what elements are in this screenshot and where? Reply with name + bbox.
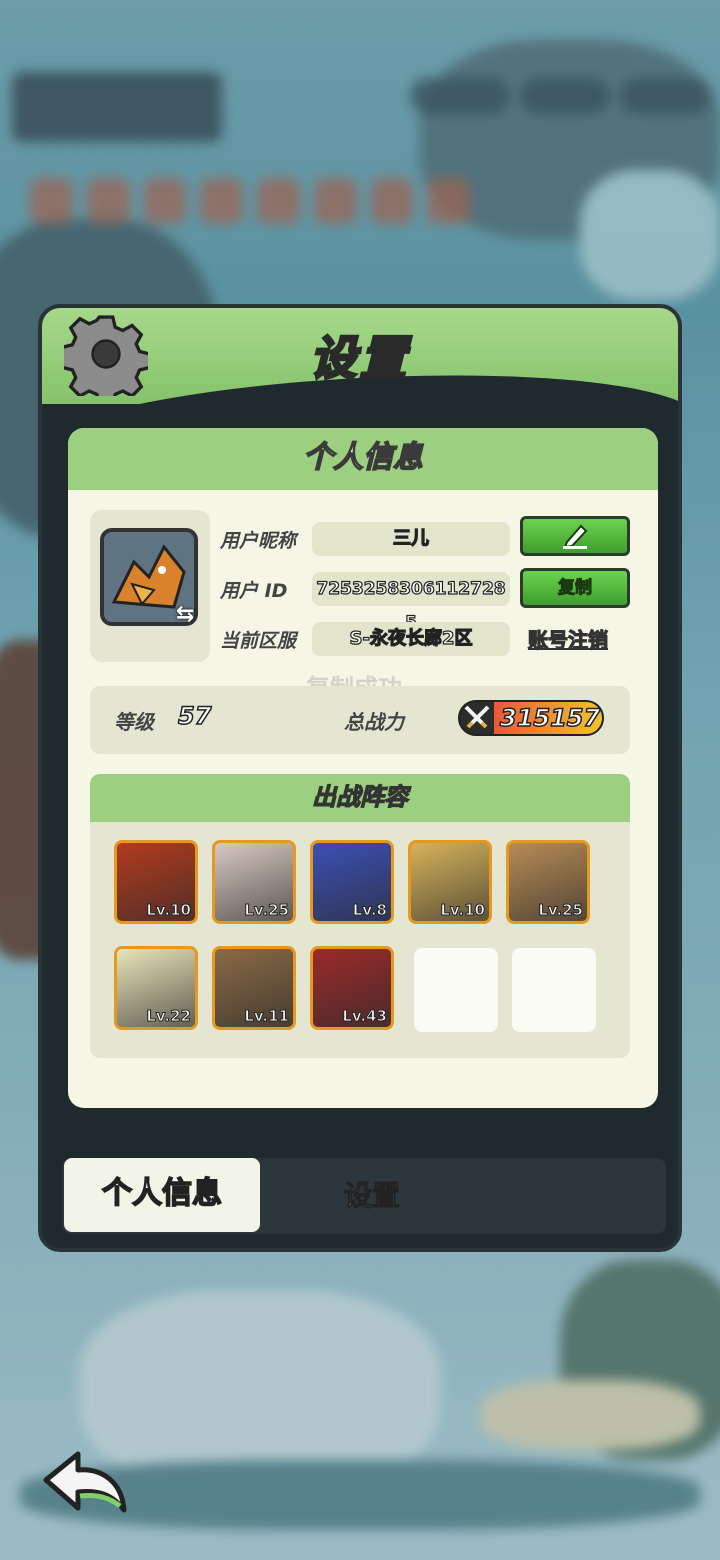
sword-icon: [464, 705, 490, 729]
stats-bar: 等级 57 总战力 315157: [90, 686, 630, 754]
server-value: S-永夜长廊2区: [312, 622, 510, 656]
user-id-label: 用户 ID: [220, 580, 288, 602]
edit-pencil-icon: [563, 524, 588, 549]
hero-level: Lv.10: [440, 901, 486, 920]
empty-hero-slot[interactable]: [512, 948, 596, 1032]
hero-level: Lv.25: [538, 901, 584, 920]
profile-header: 个人信息: [68, 428, 658, 490]
hero-level: Lv.22: [146, 1007, 192, 1026]
hero-card[interactable]: Lv.25: [212, 840, 296, 924]
level-label: 等级: [114, 710, 154, 734]
hero-level: Lv.10: [146, 901, 192, 920]
nickname-label: 用户昵称: [220, 530, 297, 552]
hero-card[interactable]: Lv.43: [310, 946, 394, 1030]
nickname-value: 三儿: [312, 522, 510, 556]
copy-id-button[interactable]: 复制: [520, 568, 630, 608]
level-value: 57: [177, 701, 212, 731]
panel-title: 设置: [309, 330, 410, 387]
hero-card[interactable]: Lv.25: [506, 840, 590, 924]
tab-profile[interactable]: 个人信息: [64, 1158, 260, 1232]
tab-bar: 个人信息 设置: [62, 1158, 666, 1234]
hero-card[interactable]: Lv.10: [408, 840, 492, 924]
server-label: 当前区服: [220, 630, 297, 652]
hero-card[interactable]: Lv.8: [310, 840, 394, 924]
tab-settings[interactable]: 设置: [302, 1158, 442, 1232]
lineup-header: 出战阵容: [90, 774, 630, 822]
lineup-section: 出战阵容 Lv.10 Lv.25 Lv.8 Lv.10 Lv.25 Lv.22 Lv.11 L…: [90, 774, 630, 1058]
hero-card[interactable]: Lv.10: [114, 840, 198, 924]
hero-card[interactable]: Lv.11: [212, 946, 296, 1030]
hero-level: Lv.25: [244, 901, 290, 920]
empty-hero-slot[interactable]: [414, 948, 498, 1032]
edit-nickname-button[interactable]: [520, 516, 630, 556]
hero-level: Lv.43: [342, 1007, 388, 1026]
hero-level: Lv.11: [244, 1007, 290, 1026]
power-badge: 315157: [458, 700, 604, 736]
account-logout-link[interactable]: 账号注销: [527, 624, 608, 653]
settings-panel: 设置 个人信息 ⇆ 用户昵称 三儿 用户 ID 7253258306112728…: [38, 304, 682, 1252]
swap-icon[interactable]: ⇆: [176, 602, 204, 628]
power-value: 315157: [499, 703, 601, 733]
profile-card: 个人信息 ⇆ 用户昵称 三儿 用户 ID 7253258306112728​5 …: [68, 428, 658, 1108]
back-arrow-icon[interactable]: [40, 1448, 130, 1518]
hero-level: Lv.8: [352, 901, 387, 920]
avatar-box[interactable]: ⇆: [90, 510, 210, 662]
power-label: 总战力: [344, 710, 404, 734]
hero-card[interactable]: Lv.22: [114, 946, 198, 1030]
user-id-value: 7253258306112728​5: [312, 572, 510, 634]
